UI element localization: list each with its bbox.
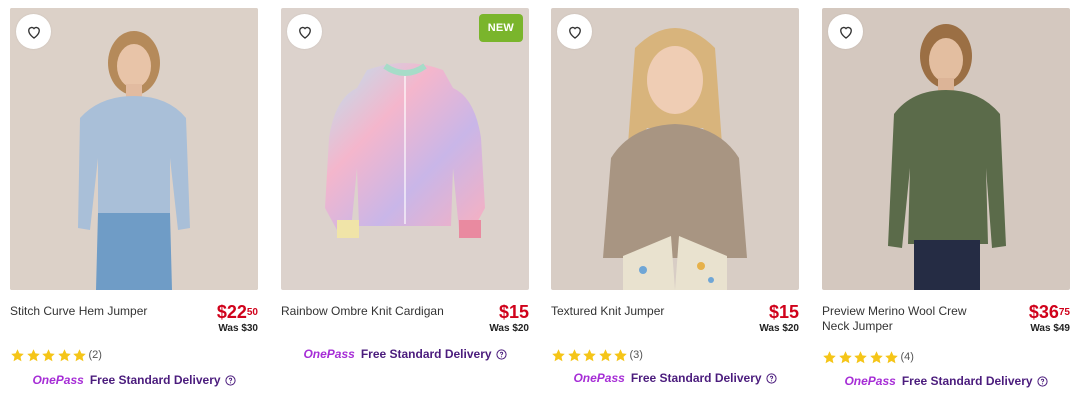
product-name[interactable]: Textured Knit Jumper bbox=[551, 304, 721, 319]
onepass-delivery: OnePass Free Standard Delivery bbox=[281, 346, 529, 362]
was-price: Was $49 bbox=[1030, 323, 1070, 334]
product-photo bbox=[822, 8, 1070, 290]
star-icon bbox=[598, 348, 612, 361]
heart-outline-icon bbox=[568, 26, 581, 39]
price-block: $3675 Was $49 bbox=[1029, 302, 1070, 335]
star-rating bbox=[551, 348, 629, 363]
product-card[interactable]: NEW Rainbow Ombre Knit Cardigan $15 Was … bbox=[281, 8, 529, 362]
price-block: $15 Was $20 bbox=[759, 302, 799, 335]
onepass-delivery: OnePass Free Standard Delivery bbox=[551, 370, 799, 386]
onepass-delivery: OnePass Free Standard Delivery bbox=[822, 373, 1070, 389]
rating[interactable]: (4) bbox=[822, 348, 1070, 366]
product-name[interactable]: Stitch Curve Hem Jumper bbox=[10, 304, 180, 319]
star-icon bbox=[614, 348, 627, 361]
favourite-button[interactable] bbox=[16, 14, 51, 49]
star-icon bbox=[73, 348, 86, 361]
product-card[interactable]: Textured Knit Jumper $15 Was $20 (3) One… bbox=[551, 8, 799, 386]
rating[interactable]: (2) bbox=[10, 346, 258, 364]
delivery-text: Free Standard Delivery bbox=[360, 347, 492, 361]
question-circle-icon[interactable] bbox=[495, 348, 507, 360]
star-icon bbox=[552, 348, 565, 361]
price: $3675 bbox=[1028, 302, 1070, 322]
product-image[interactable] bbox=[10, 8, 258, 290]
rating-count: (3) bbox=[629, 349, 643, 361]
heart-outline-icon bbox=[27, 26, 40, 39]
favourite-button[interactable] bbox=[828, 14, 863, 49]
product-photo bbox=[281, 8, 529, 290]
star-icon bbox=[823, 350, 836, 363]
heart-outline-icon bbox=[839, 26, 852, 39]
product-image[interactable]: NEW bbox=[281, 8, 529, 290]
price: $15 bbox=[768, 302, 799, 322]
delivery-text: Free Standard Delivery bbox=[630, 371, 762, 385]
star-icon bbox=[567, 348, 581, 361]
favourite-button[interactable] bbox=[287, 14, 322, 49]
product-image[interactable] bbox=[551, 8, 799, 290]
star-icon bbox=[869, 350, 883, 363]
product-photo bbox=[10, 8, 258, 290]
product-name[interactable]: Rainbow Ombre Knit Cardigan bbox=[281, 304, 451, 319]
heart-outline-icon bbox=[298, 26, 311, 39]
star-icon bbox=[583, 348, 596, 361]
price-block: $2250 Was $30 bbox=[217, 302, 258, 335]
onepass-logo: OnePass bbox=[844, 374, 896, 388]
rating[interactable]: (3) bbox=[551, 346, 799, 364]
question-circle-icon[interactable] bbox=[224, 374, 236, 386]
star-icon bbox=[26, 348, 40, 361]
product-image[interactable] bbox=[822, 8, 1070, 290]
product-name[interactable]: Preview Merino Wool Crew Neck Jumper bbox=[822, 304, 992, 334]
product-card[interactable]: Preview Merino Wool Crew Neck Jumper $36… bbox=[822, 8, 1070, 389]
new-badge: NEW bbox=[478, 14, 523, 42]
star-icon bbox=[854, 350, 867, 363]
was-price: Was $30 bbox=[218, 323, 258, 334]
rating-count: (2) bbox=[88, 349, 102, 361]
onepass-logo: OnePass bbox=[573, 371, 625, 385]
product-card[interactable]: Stitch Curve Hem Jumper $2250 Was $30 (2… bbox=[10, 8, 258, 388]
delivery-text: Free Standard Delivery bbox=[89, 373, 221, 387]
question-circle-icon[interactable] bbox=[1036, 375, 1048, 387]
price: $15 bbox=[498, 302, 529, 322]
star-icon bbox=[838, 350, 852, 363]
onepass-logo: OnePass bbox=[303, 347, 355, 361]
star-icon bbox=[885, 350, 898, 363]
star-icon bbox=[11, 348, 24, 361]
favourite-button[interactable] bbox=[557, 14, 592, 49]
price-block: $15 Was $20 bbox=[489, 302, 529, 335]
rating-count: (4) bbox=[900, 351, 914, 363]
star-rating bbox=[822, 350, 900, 365]
delivery-text: Free Standard Delivery bbox=[901, 374, 1033, 388]
onepass-logo: OnePass bbox=[32, 373, 84, 387]
question-circle-icon[interactable] bbox=[765, 372, 777, 384]
star-icon bbox=[42, 348, 55, 361]
was-price: Was $20 bbox=[489, 323, 529, 334]
star-rating bbox=[10, 348, 88, 363]
product-photo bbox=[551, 8, 799, 290]
onepass-delivery: OnePass Free Standard Delivery bbox=[10, 372, 258, 388]
star-icon bbox=[57, 348, 71, 361]
was-price: Was $20 bbox=[759, 323, 799, 334]
price: $2250 bbox=[216, 302, 258, 322]
